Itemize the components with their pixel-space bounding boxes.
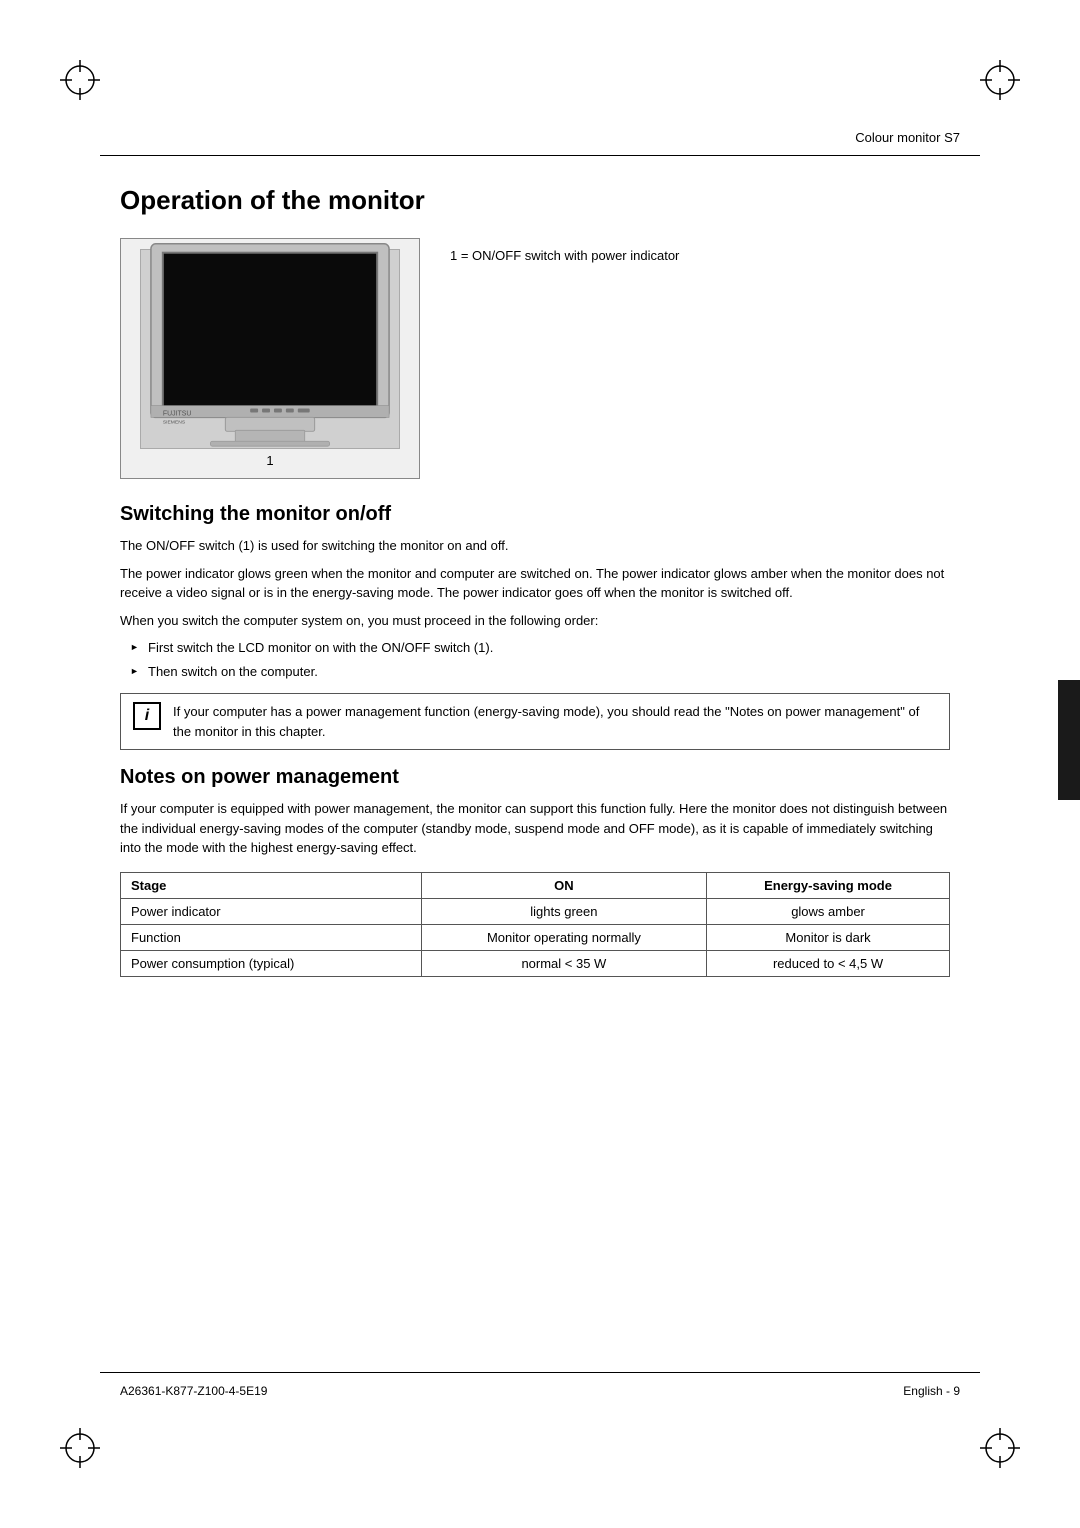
cell-energy-1: Monitor is dark xyxy=(707,924,950,950)
info-box: i If your computer has a power managemen… xyxy=(120,693,950,750)
header-line xyxy=(100,155,980,156)
corner-mark-bl xyxy=(60,1428,100,1468)
col-energy-header: Energy-saving mode xyxy=(707,872,950,898)
section1-para3: When you switch the computer system on, … xyxy=(120,611,950,631)
footer-right: English - 9 xyxy=(903,1384,960,1398)
table-body: Power indicatorlights greenglows amberFu… xyxy=(121,898,950,976)
power-table: Stage ON Energy-saving mode Power indica… xyxy=(120,872,950,977)
page: Colour monitor S7 A26361-K877-Z100-4-5E1… xyxy=(0,0,1080,1528)
main-content: Operation of the monitor xyxy=(120,175,950,1363)
bullet-item-1: First switch the LCD monitor on with the… xyxy=(130,638,950,658)
cell-on-2: normal < 35 W xyxy=(421,950,706,976)
top-section: FUJITSU SIEMENS 1 1 = ON/OFF switch with… xyxy=(120,238,950,479)
monitor-number-label: 1 xyxy=(266,453,273,468)
bullet-list: First switch the LCD monitor on with the… xyxy=(130,638,950,681)
cell-stage-2: Power consumption (typical) xyxy=(121,950,422,976)
section1-para2: The power indicator glows green when the… xyxy=(120,564,950,603)
bullet-item-2: Then switch on the computer. xyxy=(130,662,950,682)
info-icon: i xyxy=(133,702,161,730)
section2-para1: If your computer is equipped with power … xyxy=(120,799,950,858)
section1-heading: Switching the monitor on/off xyxy=(120,503,950,526)
corner-mark-br xyxy=(980,1428,1020,1468)
corner-mark-tl xyxy=(60,60,100,100)
svg-text:FUJITSU: FUJITSU xyxy=(163,410,192,417)
section1-para1: The ON/OFF switch (1) is used for switch… xyxy=(120,536,950,556)
cell-stage-1: Function xyxy=(121,924,422,950)
monitor-note: 1 = ON/OFF switch with power indicator xyxy=(450,238,950,479)
cell-stage-0: Power indicator xyxy=(121,898,422,924)
cell-energy-2: reduced to < 4,5 W xyxy=(707,950,950,976)
svg-text:SIEMENS: SIEMENS xyxy=(163,419,186,425)
table-header-row: Stage ON Energy-saving mode xyxy=(121,872,950,898)
cell-on-0: lights green xyxy=(421,898,706,924)
footer-line xyxy=(100,1372,980,1373)
info-box-text: If your computer has a power management … xyxy=(173,702,937,741)
table-row: FunctionMonitor operating normallyMonito… xyxy=(121,924,950,950)
corner-mark-tr xyxy=(980,60,1020,100)
monitor-image-area: FUJITSU SIEMENS xyxy=(140,249,400,449)
page-title: Operation of the monitor xyxy=(120,185,950,216)
col-stage-header: Stage xyxy=(121,872,422,898)
cell-on-1: Monitor operating normally xyxy=(421,924,706,950)
monitor-image-box: FUJITSU SIEMENS 1 xyxy=(120,238,420,479)
cell-energy-0: glows amber xyxy=(707,898,950,924)
footer-left: A26361-K877-Z100-4-5E19 xyxy=(120,1384,267,1398)
col-on-header: ON xyxy=(421,872,706,898)
side-bar xyxy=(1058,680,1080,800)
table-row: Power consumption (typical)normal < 35 W… xyxy=(121,950,950,976)
section2-heading: Notes on power management xyxy=(120,766,950,789)
table-row: Power indicatorlights greenglows amber xyxy=(121,898,950,924)
monitor-svg: FUJITSU SIEMENS xyxy=(141,238,399,448)
header-title: Colour monitor S7 xyxy=(855,130,960,145)
